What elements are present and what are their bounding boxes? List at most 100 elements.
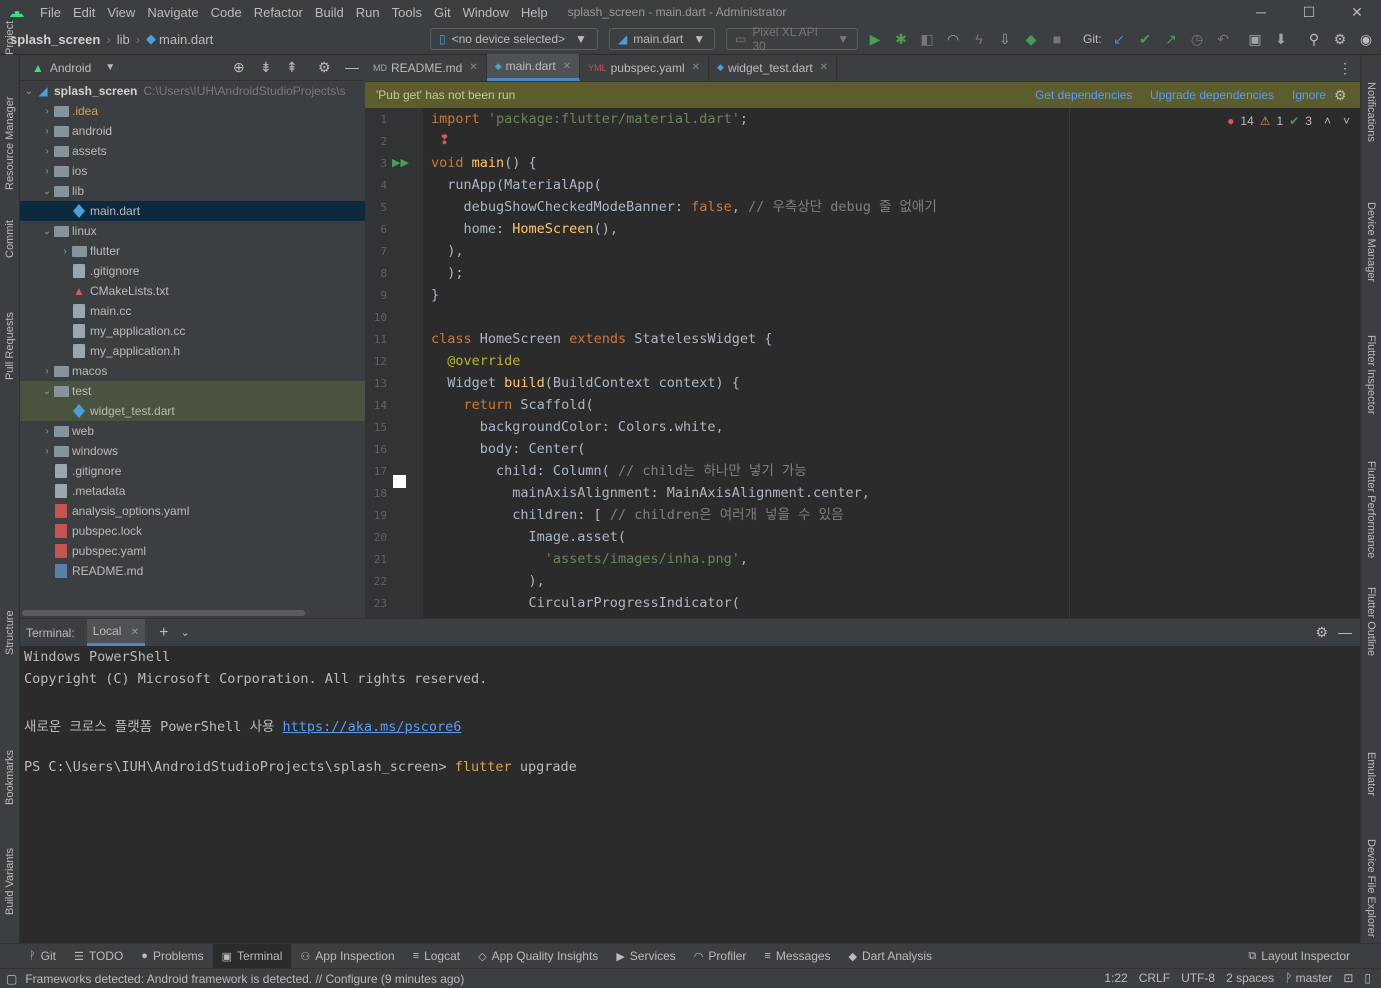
tree-item[interactable]: pubspec.lock (20, 521, 365, 541)
bottom-tab-services[interactable]: ▶ Services (607, 944, 684, 969)
tool-tab-device-manager[interactable]: Device Manager (1365, 202, 1377, 282)
minimize-button[interactable]: ─ (1237, 0, 1285, 24)
tool-tab-commit[interactable]: Commit (4, 220, 16, 258)
tree-item[interactable]: .gitignore (20, 461, 365, 481)
tree-item[interactable]: ⌄ test (20, 381, 365, 401)
tree-item[interactable]: › ios (20, 161, 365, 181)
menu-git[interactable]: Git (428, 5, 457, 20)
line-separator[interactable]: CRLF (1139, 971, 1170, 985)
color-swatch-icon[interactable] (393, 475, 406, 488)
bottom-tab-git[interactable]: ᚹ Git (20, 944, 65, 969)
tree-item[interactable]: › .idea (20, 101, 365, 121)
breadcrumb-project[interactable]: splash_screen (10, 32, 100, 47)
bottom-tab-todo[interactable]: ☰ TODO (65, 944, 132, 969)
close-tab-icon[interactable]: ✕ (692, 62, 700, 73)
code-editor[interactable]: ❢ ● 14 ⚠ 1 ✔ 3 ˄ ˅ import 'package:flutter/… (423, 108, 1360, 618)
expand-arrow-icon[interactable]: › (41, 106, 53, 117)
tree-item[interactable]: pubspec.yaml (20, 541, 365, 561)
tool-tab-project[interactable]: Project (4, 21, 16, 55)
horizontal-scrollbar[interactable] (22, 610, 305, 616)
close-tab-icon[interactable]: ✕ (469, 62, 477, 73)
collapse-all-icon[interactable]: ⇞ (286, 59, 298, 76)
tree-item[interactable]: main.cc (20, 301, 365, 321)
tool-tab-resource-manager[interactable]: Resource Manager (4, 96, 16, 190)
menu-refactor[interactable]: Refactor (248, 5, 309, 20)
expand-arrow-icon[interactable]: › (41, 426, 53, 437)
tree-item[interactable]: › android (20, 121, 365, 141)
profile-icon[interactable]: ◠ (944, 30, 962, 48)
expand-arrow-icon[interactable]: ⌄ (41, 226, 53, 237)
status-message[interactable]: Frameworks detected: Android framework i… (25, 972, 464, 986)
menu-build[interactable]: Build (309, 5, 350, 20)
git-commit-icon[interactable]: ✔ (1136, 30, 1154, 48)
bottom-tab-app-quality-insights[interactable]: ◇ App Quality Insights (469, 944, 607, 969)
tree-item[interactable]: › windows (20, 441, 365, 461)
breadcrumb-folder[interactable]: lib (117, 32, 130, 47)
emulator-selector[interactable]: ▭ Pixel XL API 30 ▼ (726, 25, 858, 53)
hide-panel-icon[interactable]: — (1338, 624, 1352, 640)
error-bulb-icon[interactable]: ❢ (439, 132, 450, 148)
tool-tab-pull-requests[interactable]: Pull Requests (4, 312, 16, 380)
attach-debugger-icon[interactable]: ⇩ (996, 30, 1014, 48)
device-selector[interactable]: ▯ <no device selected> ▼ (430, 28, 598, 50)
tool-tab-flutter-outline[interactable]: Flutter Outline (1365, 587, 1377, 656)
sdk-manager-icon[interactable]: ⬇ (1272, 30, 1290, 48)
chevron-down-icon[interactable]: ˅ (1343, 114, 1350, 128)
tool-tab-flutter-performance[interactable]: Flutter Performance (1365, 461, 1377, 558)
history-icon[interactable]: ◷ (1188, 30, 1206, 48)
tree-item[interactable]: ⌄ lib (20, 181, 365, 201)
apply-changes-icon[interactable]: ◆ (1022, 30, 1040, 48)
tree-item[interactable]: my_application.h (20, 341, 365, 361)
tree-item[interactable]: main.dart (20, 201, 365, 221)
get-dependencies-link[interactable]: Get dependencies (1035, 88, 1132, 102)
tree-root[interactable]: ⌄ ◢ splash_screen C:\Users\IUH\AndroidSt… (20, 81, 365, 101)
editor-tab[interactable]: ◆ widget_test.dart ✕ (709, 54, 838, 81)
close-button[interactable]: ✕ (1333, 0, 1381, 24)
search-icon[interactable]: ⚲ (1305, 30, 1323, 48)
memory-indicator-icon[interactable]: ▯ (1364, 971, 1371, 985)
expand-arrow-icon[interactable]: ⌄ (41, 386, 53, 397)
git-push-icon[interactable]: ↗ (1162, 30, 1180, 48)
tool-tab-bookmarks[interactable]: Bookmarks (4, 750, 16, 805)
expand-arrow-icon[interactable]: › (41, 126, 53, 137)
close-icon[interactable]: ✕ (131, 627, 139, 638)
tool-tab-device-file-explorer[interactable]: Device File Explorer (1365, 839, 1377, 937)
indent-setting[interactable]: 2 spaces (1226, 971, 1274, 985)
bottom-tab-dart-analysis[interactable]: ◆ Dart Analysis (840, 944, 942, 969)
terminal-tab-local[interactable]: Local ✕ (86, 619, 146, 646)
menu-window[interactable]: Window (457, 5, 515, 20)
tree-item[interactable]: › assets (20, 141, 365, 161)
tree-item[interactable]: README.md (20, 561, 365, 581)
menu-run[interactable]: Run (350, 5, 386, 20)
expand-arrow-icon[interactable]: › (41, 366, 53, 377)
menu-code[interactable]: Code (205, 5, 248, 20)
settings-gear-icon[interactable]: ⚙ (1331, 30, 1349, 48)
editor-tab[interactable]: ◆ main.dart ✕ (486, 54, 581, 81)
tree-item[interactable]: ⌄ linux (20, 221, 365, 241)
maximize-button[interactable]: ☐ (1285, 0, 1333, 24)
debug-icon[interactable]: ✱ (892, 30, 910, 48)
tree-item[interactable]: › web (20, 421, 365, 441)
menu-view[interactable]: View (101, 5, 141, 20)
expand-arrow-icon[interactable]: › (59, 246, 71, 257)
tree-item[interactable]: › flutter (20, 241, 365, 261)
bottom-tab-app-inspection[interactable]: ⚇ App Inspection (291, 944, 403, 969)
tree-item[interactable]: analysis_options.yaml (20, 501, 365, 521)
inspection-widget[interactable]: ● 14 ⚠ 1 ✔ 3 ˄ ˅ (1227, 114, 1350, 128)
hot-reload-icon[interactable]: ϟ (970, 30, 988, 48)
gear-icon[interactable]: ⚙ (1334, 87, 1347, 104)
new-tab-icon[interactable]: + (159, 624, 168, 642)
expand-arrow-icon[interactable]: › (41, 446, 53, 457)
bottom-tab-terminal[interactable]: ▣ Terminal (212, 943, 292, 969)
bottom-tab-problems[interactable]: ● Problems (132, 944, 212, 969)
menu-tools[interactable]: Tools (386, 5, 428, 20)
run-gutter-icon[interactable]: ▶▶ (392, 156, 409, 169)
git-update-icon[interactable]: ↙ (1110, 30, 1128, 48)
menu-edit[interactable]: Edit (67, 5, 101, 20)
gear-icon[interactable]: ⚙ (1315, 624, 1328, 641)
run-config-selector[interactable]: ◢ main.dart ▼ (609, 28, 715, 50)
pscore-link[interactable]: https://aka.ms/pscore6 (283, 719, 462, 735)
device-mirror-icon[interactable]: ▣ (1246, 30, 1264, 48)
breadcrumb-file[interactable]: main.dart (159, 32, 213, 47)
tool-tab-notifications[interactable]: Notifications (1365, 82, 1377, 142)
